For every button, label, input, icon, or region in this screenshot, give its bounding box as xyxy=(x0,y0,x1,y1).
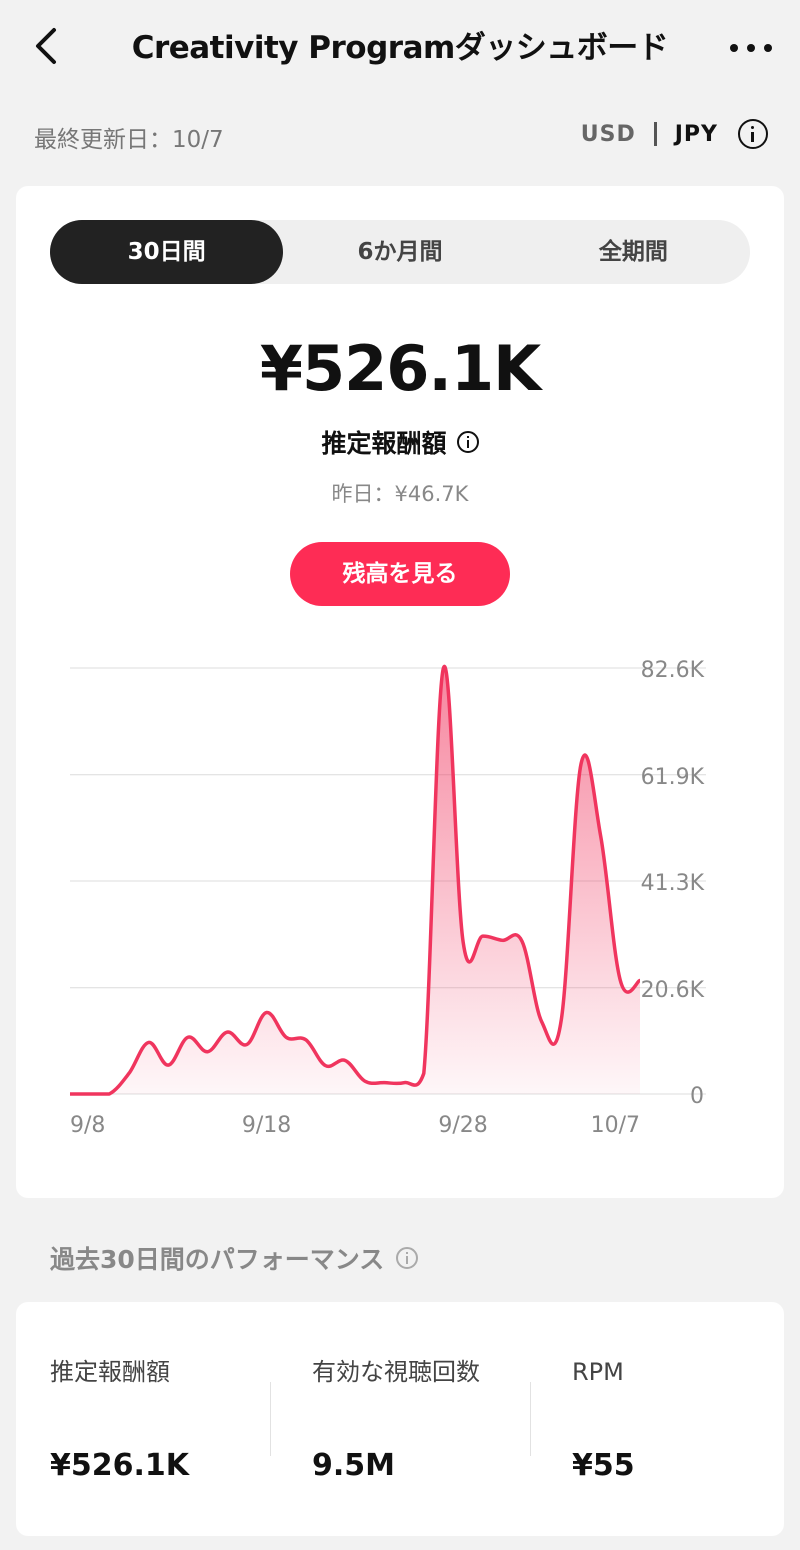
metric-rpm: RPM xyxy=(572,1354,792,1390)
info-icon[interactable] xyxy=(456,431,479,453)
series-area xyxy=(70,666,640,1094)
more-dot-icon xyxy=(730,44,738,52)
metric-divider xyxy=(270,1382,271,1456)
metric-label: 有効な視聴回数 xyxy=(312,1358,480,1386)
y-tick-label: 82.6K xyxy=(641,658,705,683)
x-tick-label: 9/28 xyxy=(438,1113,487,1138)
page-title: Creativity Programダッシュボード xyxy=(131,30,669,66)
metric-label: 推定報酬額 xyxy=(50,1358,170,1386)
metric-qualified-views: 有効な視聴回数 xyxy=(312,1354,502,1390)
series-line xyxy=(69,664,641,1096)
period-segmented-control: 30日間 6か月間 全期間 xyxy=(50,220,750,284)
y-tick-label: 20.6K xyxy=(641,978,705,1003)
currency-switch: USD JPY xyxy=(581,114,768,154)
tab-all-time[interactable]: 全期間 xyxy=(517,220,750,284)
status-bar: 最終更新日：10/7 USD JPY xyxy=(0,110,800,160)
currency-jpy-option[interactable]: JPY xyxy=(675,122,718,147)
more-dot-icon xyxy=(764,44,772,52)
earnings-card: 30日間 6か月間 全期間 ¥526.1K 推定報酬額 昨日：¥46.7K 残高… xyxy=(16,186,784,1198)
tab-6-months[interactable]: 6か月間 xyxy=(283,220,516,284)
view-balance-button[interactable]: 残高を見る xyxy=(290,542,510,606)
metric-value: ¥55 xyxy=(572,1448,635,1483)
performance-title-text: 過去30日間のパフォーマンス xyxy=(50,1245,385,1274)
metric-divider xyxy=(530,1382,531,1456)
x-tick-label: 9/8 xyxy=(70,1113,105,1138)
y-tick-label: 0 xyxy=(690,1084,704,1109)
currency-divider xyxy=(653,122,657,146)
info-icon[interactable] xyxy=(396,1247,419,1269)
performance-section-title: 過去30日間のパフォーマンス xyxy=(50,1240,419,1276)
top-navigation-bar: Creativity Programダッシュボード xyxy=(0,0,800,96)
chevron-left-icon xyxy=(36,28,56,64)
y-tick-label: 61.9K xyxy=(641,765,705,790)
more-dot-icon xyxy=(747,44,755,52)
y-tick-label: 41.3K xyxy=(641,871,705,896)
back-button[interactable] xyxy=(22,22,70,70)
info-icon[interactable] xyxy=(738,119,768,149)
last-updated-text: 最終更新日：10/7 xyxy=(34,127,224,153)
more-options-button[interactable] xyxy=(726,26,776,70)
currency-usd-option[interactable]: USD xyxy=(581,122,636,147)
earnings-chart: 82.6K 61.9K 41.3K 20.6K 0 9/8 9/18 9/28 10/7 xyxy=(69,658,706,1138)
estimated-earnings-label-row: 推定報酬額 xyxy=(16,424,784,460)
yesterday-earnings: 昨日：¥46.7K xyxy=(331,482,469,506)
metric-value: ¥526.1K xyxy=(50,1448,190,1483)
metric-value: 9.5M xyxy=(312,1448,395,1483)
performance-card: 推定報酬額 ¥526.1K 有効な視聴回数 9.5M RPM ¥55 xyxy=(16,1302,784,1536)
estimated-earnings-label: 推定報酬額 xyxy=(321,429,447,458)
tab-30-days[interactable]: 30日間 xyxy=(50,220,284,284)
metric-estimated-earnings: 推定報酬額 xyxy=(50,1354,270,1390)
metric-label: RPM xyxy=(572,1358,624,1386)
x-tick-label: 9/18 xyxy=(242,1113,291,1138)
x-tick-label: 10/7 xyxy=(591,1113,640,1138)
estimated-earnings-amount: ¥526.1K xyxy=(259,332,541,405)
